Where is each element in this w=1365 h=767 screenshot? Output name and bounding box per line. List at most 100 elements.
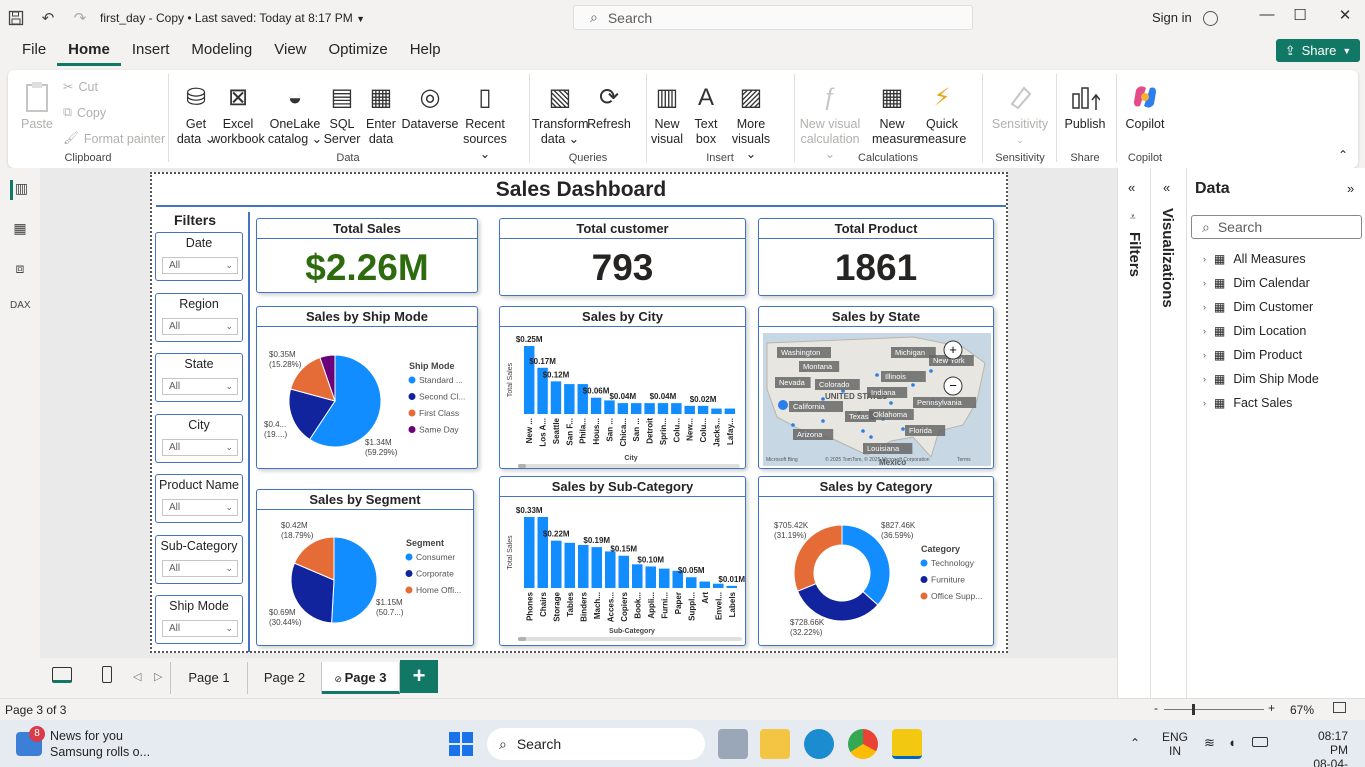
map-bubble[interactable] [929,369,933,373]
kpi-total-sales[interactable]: Total Sales $2.26M [256,218,478,293]
bar[interactable] [726,585,738,588]
news-title[interactable]: News for you [50,729,123,743]
map-state-label[interactable]: Michigan [895,348,925,357]
more-visuals-button[interactable]: ▨ More visuals ⌄ [726,80,776,162]
minimize-button[interactable]: — [1252,6,1282,30]
bar[interactable] [645,566,657,588]
copy-button[interactable]: ⧉ Copy [63,105,106,120]
map-state-label[interactable]: Texas [849,412,869,421]
legend-item[interactable]: Standard ... [419,375,463,385]
legend-item[interactable]: Same Day [419,425,459,435]
map-state-label[interactable]: Washington [781,348,820,357]
slicer-state[interactable]: State All ⌄ [155,353,243,402]
zoom-slider[interactable] [1164,709,1264,710]
expand-visualizations-icon[interactable]: « [1163,180,1170,195]
legend-item[interactable]: Corporate [416,569,454,579]
bar[interactable] [724,408,736,414]
cut-button[interactable]: ✂ Cut [63,79,98,95]
bar[interactable] [713,583,724,588]
menu-help[interactable]: Help [399,36,452,66]
format-painter-button[interactable]: 🖌 Format painter [63,131,165,146]
bar[interactable] [551,540,562,588]
menu-home[interactable]: Home [57,36,121,66]
map-state-label[interactable]: Colorado [819,380,849,389]
bar[interactable] [711,408,722,414]
data-table-dim-product[interactable]: › ▦ Dim Product [1203,348,1302,362]
slicer-date[interactable]: Date All ⌄ [155,232,243,281]
map-state-label[interactable]: Florida [909,426,933,435]
mobile-layout-icon[interactable] [102,666,112,683]
quick-measure-button[interactable]: ⚡ Quick measure [916,80,968,147]
visualizations-side-pane[interactable]: « Visualizations [1150,168,1186,698]
data-table-dim-ship-mode[interactable]: › ▦ Dim Ship Mode [1203,372,1319,386]
state-map[interactable]: WashingtonMontanaMichiganNew YorkNevada C… [763,333,991,466]
slicer-ship-mode[interactable]: Ship Mode All ⌄ [155,595,243,644]
data-search-input[interactable]: ⌕ Search [1191,215,1362,239]
bar[interactable] [564,384,575,414]
transform-data-button[interactable]: ▧ Transform data ⌄ [532,80,589,147]
maximize-button[interactable]: ☐ [1285,6,1315,30]
bar[interactable] [604,400,615,414]
bar[interactable] [564,542,576,588]
taskbar-search-input[interactable]: ⌕ Search [487,728,705,760]
fit-page-icon[interactable] [1333,702,1346,713]
map-state-label[interactable]: Nevada [779,378,806,387]
slicer-dropdown[interactable]: All ⌄ [162,438,238,456]
slicer-product-name[interactable]: Product Name All ⌄ [155,474,243,523]
file-explorer-icon[interactable] [760,729,790,759]
bar[interactable] [657,403,669,414]
windows-start-icon[interactable] [449,732,473,756]
onelake-catalog-button[interactable]: ◒ OneLake catalog ⌄ [266,80,324,147]
bar[interactable] [591,547,603,588]
sql-server-button[interactable]: ▤ SQL Server [322,80,362,147]
excel-workbook-button[interactable]: ⊠ Excel workbook [210,80,266,147]
legend-item[interactable]: Technology [931,558,975,568]
bar[interactable] [632,564,643,588]
scrollbar[interactable] [518,637,742,641]
table-view-icon[interactable]: ▦ [10,220,30,240]
refresh-button[interactable]: ⟳ Refresh [586,80,632,132]
legend-item[interactable]: Office Supp... [931,591,982,601]
tab-page-2[interactable]: Page 2 [248,662,322,694]
tab-page-1[interactable]: Page 1 [170,662,248,694]
zoom-in-button[interactable]: + [1268,701,1275,715]
model-view-icon[interactable]: ⧈ [10,260,30,280]
bar[interactable] [550,381,562,414]
menu-modeling[interactable]: Modeling [180,36,263,66]
enter-data-button[interactable]: ▦ Enter data [362,80,400,147]
copilot-button[interactable]: Copilot [1122,80,1168,132]
new-visual-button[interactable]: ▥ New visual [648,80,686,147]
paste-button[interactable]: Paste [16,80,58,132]
slicer-region[interactable]: Region All ⌄ [155,292,243,342]
visual-sales-by-ship-mode[interactable]: Sales by Ship Mode $1.34M (59.29%) $0.4...… [256,306,478,469]
slicer-dropdown[interactable]: All ⌄ [162,378,238,395]
power-bi-icon[interactable] [892,729,922,759]
map-bubble[interactable] [821,419,825,423]
dataverse-button[interactable]: ◎ Dataverse [400,80,460,132]
new-visual-calculation-button[interactable]: ƒ New visual calculation ⌄ [794,80,866,162]
save-icon[interactable] [0,0,32,36]
prev-page-icon[interactable]: ◁ [133,670,141,683]
search-input[interactable]: ⌕ Search [573,5,973,30]
bar[interactable] [590,397,602,414]
battery-icon[interactable] [1252,737,1268,747]
map-terms-link[interactable]: Terms [957,457,971,463]
zoom-slider-thumb[interactable] [1192,704,1195,715]
bar[interactable] [578,544,589,588]
filters-side-pane[interactable]: « ⩡ Filters [1117,168,1150,698]
language-indicator[interactable]: ENG IN [1162,730,1188,758]
map-state-label[interactable]: Pennsylvania [917,398,962,407]
volume-icon[interactable]: ◖ [1228,735,1236,750]
slicer-dropdown[interactable]: All ⌄ [162,317,238,335]
map-state-label[interactable]: Montana [803,362,833,371]
map-state-label[interactable]: Louisiana [867,444,900,453]
visual-sales-by-sub-category[interactable]: Sales by Sub-Category $0.33M Phones Chairs… [499,476,746,646]
map-bubble[interactable] [869,435,873,439]
data-table-dim-calendar[interactable]: › ▦ Dim Calendar [1203,276,1310,290]
map-bubble[interactable] [778,400,788,410]
collapse-data-icon[interactable]: » [1347,181,1354,196]
sign-in-button[interactable]: Sign in [1152,10,1219,27]
scrollbar-thumb[interactable] [518,637,526,641]
next-page-icon[interactable]: ▷ [154,670,162,683]
task-view-icon[interactable] [718,729,748,759]
